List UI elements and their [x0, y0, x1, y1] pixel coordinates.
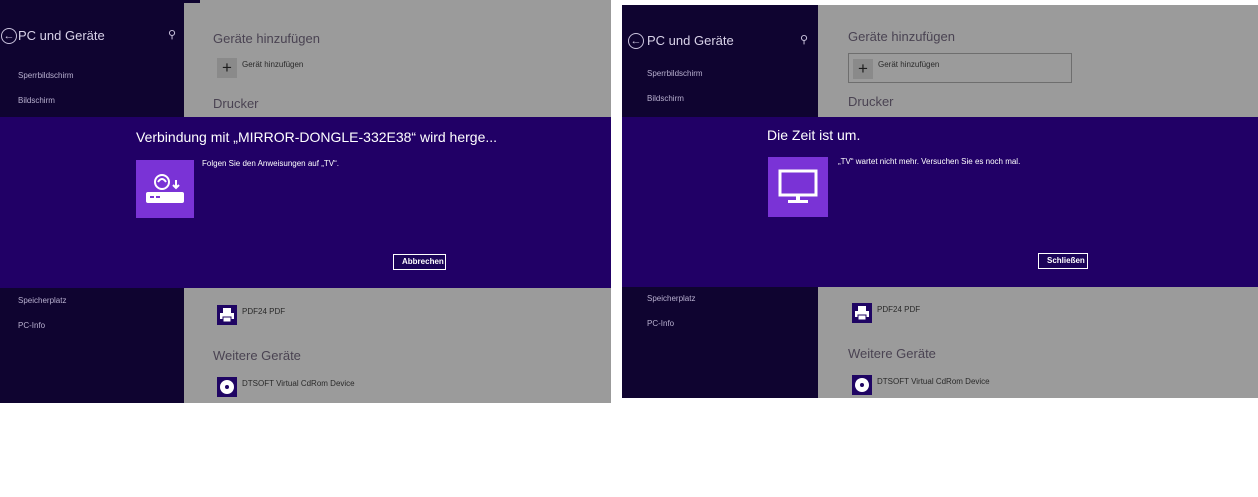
cd-icon — [217, 377, 237, 397]
sidebar-item-bildschirm[interactable]: Bildschirm — [18, 96, 55, 105]
section-title-other: Weitere Geräte — [213, 348, 301, 363]
sidebar-item-pc-info[interactable]: PC-Info — [647, 319, 674, 328]
timeout-dialog: Die Zeit ist um. „TV“ wartet nicht mehr.… — [622, 117, 1258, 287]
wireless-display-adapter-icon — [136, 160, 194, 218]
printer-icon — [217, 305, 237, 325]
device-label-pdf24: PDF24 PDF — [877, 305, 921, 314]
sidebar-header: ← PC und Geräte ⚲ — [0, 28, 184, 50]
plus-icon: + — [217, 58, 237, 78]
add-device-button[interactable]: + Gerät hinzufügen — [848, 53, 1072, 83]
sidebar-item-pc-info[interactable]: PC-Info — [18, 321, 45, 330]
section-title-other: Weitere Geräte — [848, 346, 936, 361]
section-title-printer: Drucker — [848, 94, 894, 109]
sidebar-title: PC und Geräte — [647, 33, 734, 48]
search-icon[interactable]: ⚲ — [168, 28, 176, 41]
sidebar-title: PC und Geräte — [18, 28, 105, 43]
dialog-message: „TV“ wartet nicht mehr. Versuchen Sie es… — [838, 157, 1021, 166]
section-title-add: Geräte hinzufügen — [848, 29, 955, 44]
cd-icon — [852, 375, 872, 395]
add-device-label: Gerät hinzufügen — [878, 60, 940, 69]
connecting-dialog: Verbindung mit „MIRROR-DONGLE-332E38“ wi… — [0, 117, 611, 288]
sidebar-item-speicherplatz[interactable]: Speicherplatz — [18, 296, 66, 305]
dialog-title: Die Zeit ist um. — [767, 127, 861, 143]
sidebar-item-sperrbildschirm[interactable]: Sperrbildschirm — [647, 69, 703, 78]
device-label-dtsoft: DTSOFT Virtual CdRom Device — [877, 377, 990, 386]
printer-icon — [852, 303, 872, 323]
device-label-dtsoft: DTSOFT Virtual CdRom Device — [242, 379, 355, 388]
device-label-pdf24: PDF24 PDF — [242, 307, 286, 316]
back-arrow-icon[interactable]: ← — [1, 28, 17, 44]
sidebar-item-speicherplatz[interactable]: Speicherplatz — [647, 294, 695, 303]
monitor-icon — [768, 157, 828, 217]
plus-icon: + — [853, 59, 873, 79]
close-button[interactable]: Schließen — [1038, 253, 1088, 269]
right-screenshot: ← PC und Geräte ⚲ Sperrbildschirm Bildsc… — [622, 5, 1258, 398]
sidebar-item-bildschirm[interactable]: Bildschirm — [647, 94, 684, 103]
left-screenshot: ← PC und Geräte ⚲ Sperrbildschirm Bildsc… — [0, 0, 611, 403]
dialog-message: Folgen Sie den Anweisungen auf „TV“. — [202, 159, 339, 168]
cancel-button[interactable]: Abbrechen — [393, 254, 446, 270]
search-icon[interactable]: ⚲ — [800, 33, 808, 46]
divider — [611, 0, 622, 403]
top-strip — [184, 0, 200, 3]
sidebar-header: ← PC und Geräte ⚲ — [622, 33, 818, 55]
section-title-printer: Drucker — [213, 96, 259, 111]
sidebar-item-sperrbildschirm[interactable]: Sperrbildschirm — [18, 71, 74, 80]
add-device-label: Gerät hinzufügen — [242, 60, 304, 69]
dialog-title: Verbindung mit „MIRROR-DONGLE-332E38“ wi… — [136, 129, 498, 145]
back-arrow-icon[interactable]: ← — [628, 33, 644, 49]
section-title-add: Geräte hinzufügen — [213, 31, 320, 46]
